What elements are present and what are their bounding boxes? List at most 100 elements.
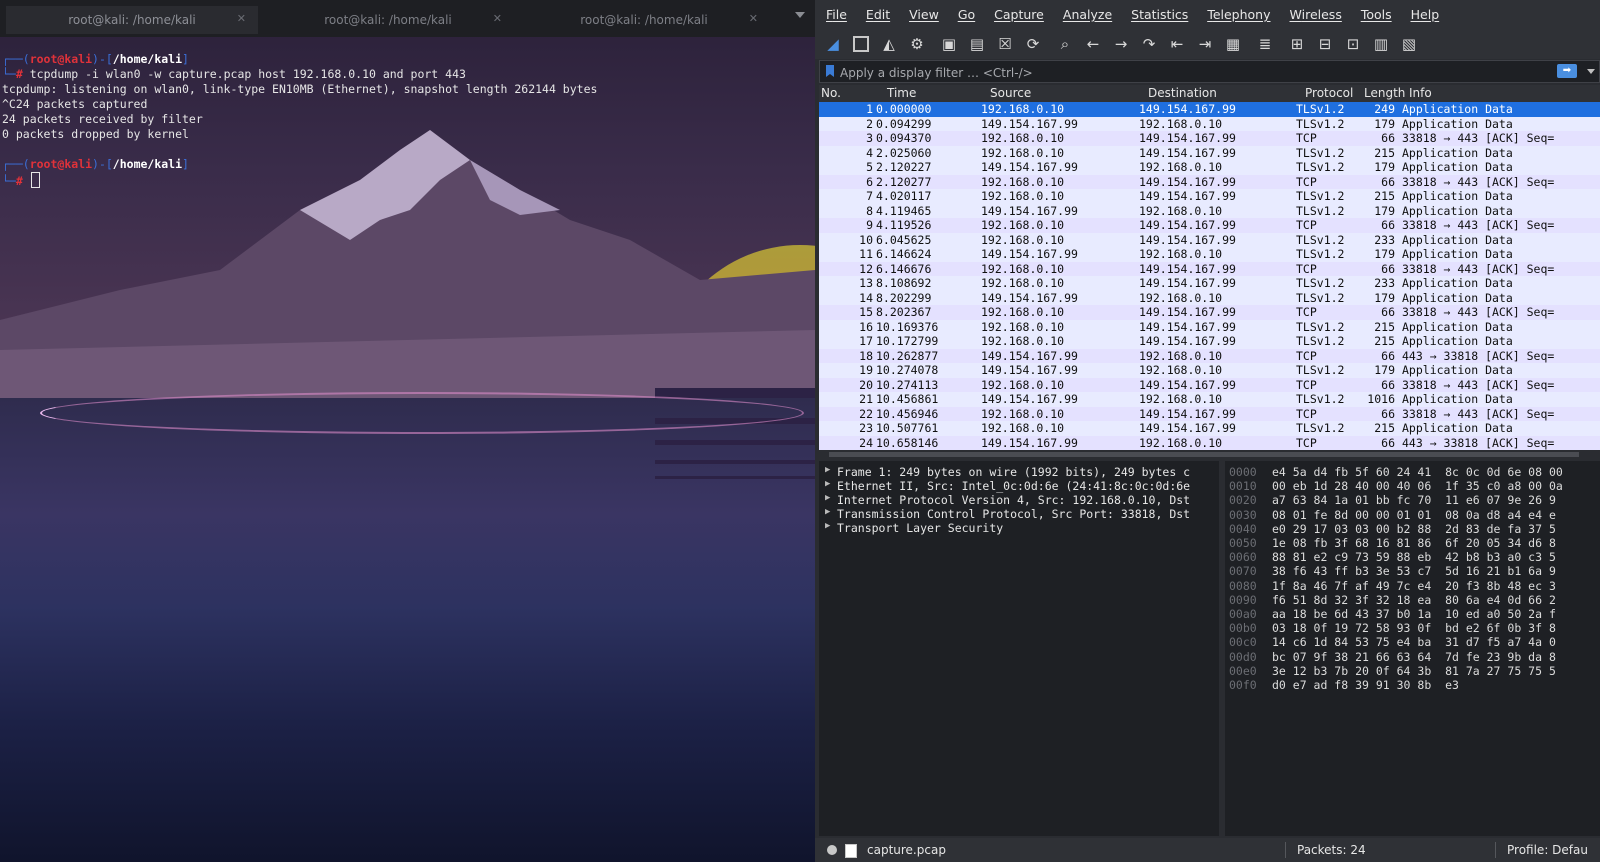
packet-list-scrollbar[interactable] <box>819 450 1600 459</box>
menu-view[interactable]: View <box>898 7 947 22</box>
cell-length: 233 <box>1374 232 1395 247</box>
table-row[interactable]: 16 10.169376 192.168.0.10 149.154.167.99 TLS… <box>819 320 1600 335</box>
menu-wireless[interactable]: Wireless <box>1279 7 1350 22</box>
zoom-in-icon[interactable]: ⊞ <box>1285 32 1309 56</box>
column-header-destination[interactable]: Destination <box>1148 86 1217 100</box>
save-file-icon[interactable]: ▤ <box>965 32 989 56</box>
table-row[interactable]: 17 10.172799 192.168.0.10 149.154.167.99 TLS… <box>819 334 1600 349</box>
close-icon[interactable]: ✕ <box>493 12 502 25</box>
chevron-down-icon[interactable] <box>1587 69 1595 74</box>
table-row[interactable]: 5 2.120227 149.154.167.99 192.168.0.10 TLSv1… <box>819 160 1600 175</box>
column-header-no[interactable]: No. <box>821 86 841 100</box>
table-row[interactable]: 23 10.507761 192.168.0.10 149.154.167.99 TLS… <box>819 421 1600 436</box>
terminal-tab-label: root@kali: /home/kali <box>580 13 708 27</box>
cell-no: 23 <box>859 421 873 435</box>
menu-tools[interactable]: Tools <box>1350 7 1400 22</box>
table-row[interactable]: 2 0.094299 149.154.167.99 192.168.0.10 TLSv1… <box>819 117 1600 132</box>
open-file-icon[interactable]: ▣ <box>937 32 961 56</box>
next-packet-icon[interactable]: → <box>1109 32 1133 56</box>
column-header-time[interactable]: Time <box>887 86 916 100</box>
cell-destination: 192.168.0.10 <box>1139 392 1223 406</box>
table-row[interactable]: 3 0.094370 192.168.0.10 149.154.167.99 TCP 66… <box>819 131 1600 146</box>
status-profile[interactable]: Profile: Defau <box>1507 843 1588 857</box>
table-row[interactable]: 8 4.119465 149.154.167.99 192.168.0.10 TLSv1… <box>819 204 1600 219</box>
restart-capture-icon[interactable]: ◭ <box>877 32 901 56</box>
normal-size-icon[interactable]: ⊡ <box>1341 32 1365 56</box>
resize-columns-icon[interactable]: ▥ <box>1369 32 1393 56</box>
terminal-tab-2[interactable]: root@kali: /home/kali ✕ <box>262 6 514 34</box>
table-row[interactable]: 1 0.000000 192.168.0.10 149.154.167.99 TLSv1… <box>819 102 1600 117</box>
menu-go[interactable]: Go <box>947 7 983 22</box>
table-row[interactable]: 9 4.119526 192.168.0.10 149.154.167.99 TCP 66… <box>819 218 1600 233</box>
table-row[interactable]: 10 6.045625 192.168.0.10 149.154.167.99 TLSv… <box>819 233 1600 248</box>
expert-info-icon[interactable] <box>827 845 837 855</box>
cell-time: 6.146624 <box>876 247 932 261</box>
menu-analyze[interactable]: Analyze <box>1052 7 1120 22</box>
first-packet-icon[interactable]: ⇤ <box>1165 32 1189 56</box>
table-row[interactable]: 4 2.025060 192.168.0.10 149.154.167.99 TLSv1… <box>819 146 1600 161</box>
colorize-icon[interactable]: ≣ <box>1253 32 1277 56</box>
menu-statistics[interactable]: Statistics <box>1120 7 1196 22</box>
terminal-tab-3[interactable]: root@kali: /home/kali ✕ <box>518 6 770 34</box>
menu-capture[interactable]: Capture <box>983 7 1052 22</box>
layout-icon[interactable]: ▧ <box>1397 32 1421 56</box>
table-row[interactable]: 7 4.020117 192.168.0.10 149.154.167.99 TLSv1… <box>819 189 1600 204</box>
menu-help[interactable]: Help <box>1400 7 1448 22</box>
hex-bytes: 3e 12 b3 7b 20 0f 64 3b 81 7a 27 75 75 5 <box>1272 663 1556 678</box>
cell-info: 33818 → 443 [ACK] Seq= <box>1402 377 1555 392</box>
close-icon[interactable]: ✕ <box>237 12 246 25</box>
table-row[interactable]: 14 8.202299 149.154.167.99 192.168.0.10 TLSv… <box>819 291 1600 306</box>
cell-time: 4.119526 <box>876 218 932 232</box>
cell-destination: 192.168.0.10 <box>1139 116 1223 131</box>
previous-packet-icon[interactable]: ← <box>1081 32 1105 56</box>
find-packet-icon[interactable]: ⌕ <box>1053 32 1077 56</box>
hex-offset: 0000 <box>1229 465 1257 479</box>
table-row[interactable]: 18 10.262877 149.154.167.99 192.168.0.10 TCP… <box>819 348 1600 363</box>
table-row[interactable]: 24 10.658146 149.154.167.99 192.168.0.10 TCP… <box>819 435 1600 450</box>
table-row[interactable]: 20 10.274113 192.168.0.10 149.154.167.99 TCP… <box>819 377 1600 392</box>
start-capture-icon[interactable]: ◢ <box>821 32 845 56</box>
apply-filter-icon[interactable]: ➡ <box>1557 64 1577 78</box>
table-row[interactable]: 15 8.202367 192.168.0.10 149.154.167.99 TCP 6… <box>819 305 1600 320</box>
tab-menu-chevron-icon[interactable] <box>795 12 805 18</box>
table-row[interactable]: 11 6.146624 149.154.167.99 192.168.0.10 TLSv… <box>819 247 1600 262</box>
chevron-right-icon: ▶ <box>825 479 831 489</box>
table-row[interactable]: 22 10.456946 192.168.0.10 149.154.167.99 TCP… <box>819 406 1600 421</box>
capture-comment-icon[interactable] <box>845 844 857 858</box>
menu-edit[interactable]: Edit <box>855 7 898 22</box>
cell-info: 33818 → 443 [ACK] Seq= <box>1402 305 1555 319</box>
terminal-tab-1[interactable]: root@kali: /home/kali ✕ <box>6 6 258 34</box>
capture-options-icon[interactable]: ⚙ <box>905 32 929 56</box>
go-to-packet-icon[interactable]: ↷ <box>1137 32 1161 56</box>
terminal-tab-label: root@kali: /home/kali <box>324 13 452 27</box>
hex-offset: 00a0 <box>1229 607 1257 621</box>
last-packet-icon[interactable]: ⇥ <box>1193 32 1217 56</box>
column-header-info[interactable]: Info <box>1409 86 1432 100</box>
reload-icon[interactable]: ⟳ <box>1021 32 1045 56</box>
cell-no: 22 <box>859 406 873 421</box>
bookmark-icon[interactable] <box>826 65 834 77</box>
table-row[interactable]: 6 2.120277 192.168.0.10 149.154.167.99 TCP 66… <box>819 174 1600 189</box>
input-line[interactable]: └─# <box>2 172 40 188</box>
cell-no: 3 <box>866 131 873 145</box>
terminal-window[interactable]: root@kali: /home/kali ✕ root@kali: /home… <box>0 0 815 862</box>
column-header-length[interactable]: Length <box>1364 86 1405 100</box>
autoscroll-icon[interactable]: ▦ <box>1221 32 1245 56</box>
packet-list[interactable]: No. Time Source Destination Protocol Len… <box>819 85 1600 450</box>
display-filter-input[interactable] <box>838 62 1542 83</box>
table-row[interactable]: 21 10.456861 149.154.167.99 192.168.0.10 TLS… <box>819 392 1600 407</box>
stop-capture-icon[interactable] <box>849 32 873 56</box>
zoom-out-icon[interactable]: ⊟ <box>1313 32 1337 56</box>
close-file-icon[interactable]: ☒ <box>993 32 1017 56</box>
packet-details[interactable]: ▶ Frame 1: 249 bytes on wire (1992 bits),… <box>819 461 1219 836</box>
cell-no: 11 <box>859 247 873 261</box>
menu-telephony[interactable]: Telephony <box>1196 7 1278 22</box>
column-header-protocol[interactable]: Protocol <box>1305 86 1353 100</box>
table-row[interactable]: 13 8.108692 192.168.0.10 149.154.167.99 TLSv… <box>819 276 1600 291</box>
close-icon[interactable]: ✕ <box>749 12 758 25</box>
column-header-source[interactable]: Source <box>990 86 1031 100</box>
menu-file[interactable]: File <box>815 7 855 22</box>
table-row[interactable]: 12 6.146676 192.168.0.10 149.154.167.99 TCP 6… <box>819 261 1600 276</box>
packet-bytes[interactable]: 0000 e4 5a d4 fb 5f 60 24 41 8c 0c 0d 6e … <box>1225 461 1600 836</box>
table-row[interactable]: 19 10.274078 149.154.167.99 192.168.0.10 TLS… <box>819 363 1600 378</box>
